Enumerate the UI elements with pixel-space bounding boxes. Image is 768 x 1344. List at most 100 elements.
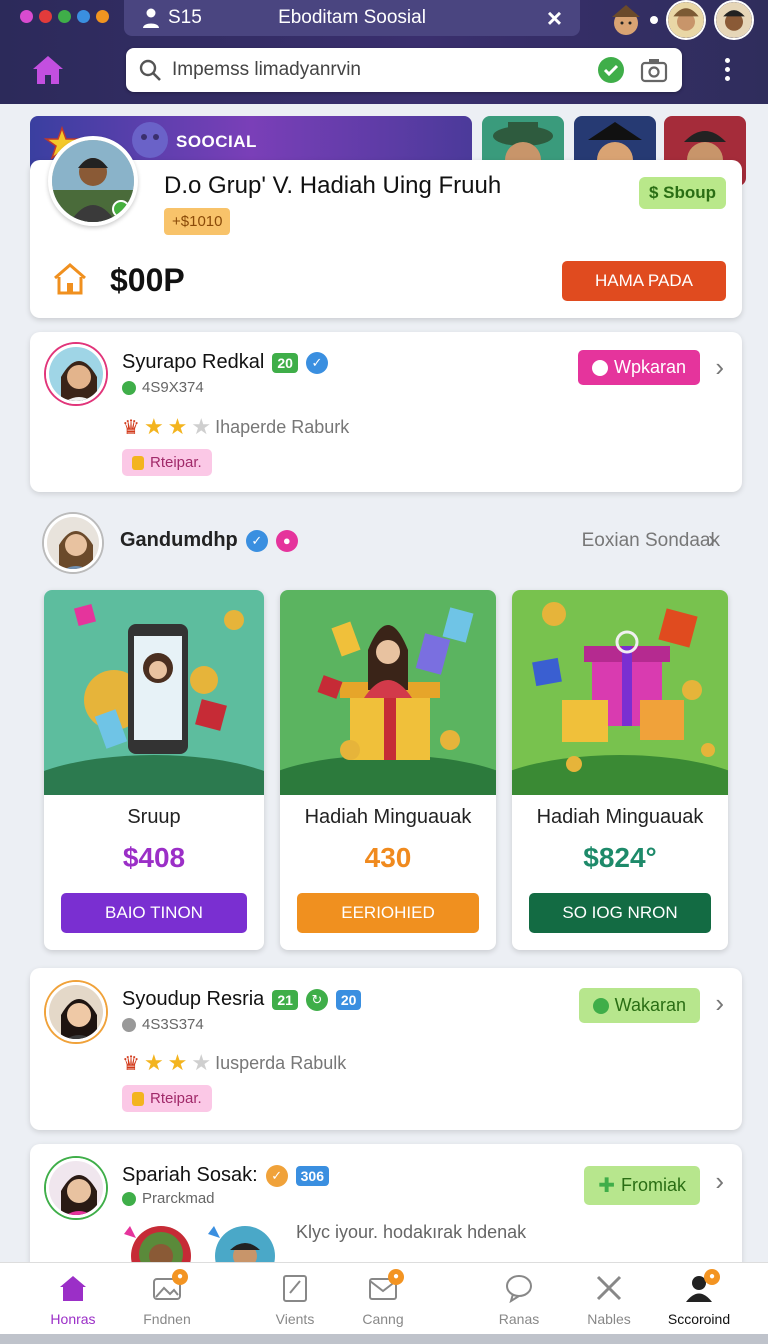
profile-action-button[interactable]: ✚ Fromiak bbox=[584, 1166, 700, 1205]
profile-name-row: Syurapo Redkal 20 ✓ bbox=[122, 351, 328, 374]
camera-icon[interactable] bbox=[640, 56, 668, 84]
profile-card[interactable]: Syoudup Resria 21 ↻ 20 4S3S374 ♛ ★ ★ ★ I… bbox=[30, 968, 742, 1130]
status-pill-label: Rteipar. bbox=[150, 454, 202, 471]
nav-label: Ranas bbox=[498, 1311, 540, 1327]
verified-icon[interactable] bbox=[598, 57, 624, 83]
browser-tab[interactable]: S15 Eboditam Soosial × bbox=[124, 0, 580, 36]
tools-icon bbox=[596, 1275, 622, 1301]
avatar[interactable] bbox=[666, 0, 706, 40]
profile-action-button[interactable]: Wakaran bbox=[578, 988, 700, 1023]
rating-text: Ihaperde Raburk bbox=[215, 416, 350, 437]
check-icon: ✓ bbox=[265, 1164, 288, 1187]
nav-item-chat[interactable]: Ranas bbox=[476, 1263, 562, 1333]
tab-title: Eboditam Soosial bbox=[278, 7, 426, 28]
group-name: Gandumdhp bbox=[120, 529, 238, 551]
amount-chip: +$1010 bbox=[164, 208, 231, 235]
nav-item-mail[interactable]: ● Canng bbox=[340, 1263, 426, 1333]
level-badge: 20 bbox=[272, 352, 298, 373]
avatar[interactable] bbox=[46, 982, 106, 1042]
nav-label: Honras bbox=[50, 1311, 96, 1327]
nav-item-tools[interactable]: Nables bbox=[566, 1263, 652, 1333]
reward-button[interactable]: BAIO TINON bbox=[61, 893, 247, 933]
home-icon bbox=[54, 263, 86, 295]
profile-id: Prarckmad bbox=[142, 1190, 215, 1207]
group-name-row: Gandumdhp ✓ ● bbox=[120, 529, 298, 552]
window-dot[interactable] bbox=[96, 10, 109, 23]
profile-id-row: 4S3S374 bbox=[122, 1016, 204, 1033]
profile-name-row: Spariah Sosak: ✓ 306 bbox=[122, 1164, 329, 1187]
star-icon: ★ bbox=[191, 414, 212, 439]
profile-name: Syurapo Redkal bbox=[122, 351, 265, 373]
profile-name-row: Syoudup Resria 21 ↻ 20 bbox=[122, 988, 362, 1011]
balance-amount: $00P bbox=[110, 262, 185, 298]
home-icon[interactable] bbox=[30, 52, 66, 88]
nav-item-photos[interactable]: ● Fndnen bbox=[124, 1263, 210, 1333]
group-link[interactable]: Eoxian Sondaak bbox=[582, 530, 720, 552]
chevron-right-icon[interactable]: › bbox=[715, 988, 724, 1019]
reward-card[interactable]: Hadiah Minguauak $824° SO IOG NRON bbox=[512, 590, 728, 950]
more-menu-icon[interactable] bbox=[725, 58, 730, 81]
star-icon: ★ bbox=[143, 1050, 164, 1075]
address-bar[interactable] bbox=[126, 48, 682, 92]
search-input[interactable] bbox=[172, 54, 572, 86]
notification-badge: ● bbox=[704, 1269, 720, 1285]
nav-item-events[interactable]: Vients bbox=[252, 1263, 338, 1333]
emoji-icon bbox=[132, 122, 168, 158]
window-dot[interactable] bbox=[58, 10, 71, 23]
profile-id: 4S3S374 bbox=[142, 1016, 204, 1033]
hero-action-button[interactable]: HAMA PADA bbox=[562, 261, 726, 301]
bottom-strip bbox=[0, 1334, 768, 1344]
window-dot[interactable] bbox=[77, 10, 90, 23]
profile-id-row: Prarckmad bbox=[122, 1190, 215, 1207]
rating: ♛ ★ ★ ★ Ihaperde Raburk bbox=[122, 414, 349, 440]
profile-action-button[interactable]: Wpkaran bbox=[577, 350, 700, 385]
live-icon: ● bbox=[275, 529, 298, 552]
profile-caption: Klyc iyour. hodakırak hdenak bbox=[296, 1222, 527, 1242]
reward-button[interactable]: SO IOG NRON bbox=[529, 893, 711, 933]
avatar[interactable] bbox=[46, 344, 106, 404]
chevron-right-icon[interactable]: › bbox=[708, 526, 716, 554]
close-icon[interactable]: × bbox=[547, 3, 562, 34]
star-icon: ★ bbox=[191, 1050, 212, 1075]
status-dot bbox=[650, 16, 658, 24]
note-icon bbox=[283, 1275, 307, 1302]
star-icon: ★ bbox=[167, 414, 188, 439]
status-pill-label: Rteipar. bbox=[150, 1090, 202, 1107]
refresh-icon: ↻ bbox=[305, 988, 328, 1011]
avatar[interactable] bbox=[610, 3, 642, 37]
avatar[interactable] bbox=[48, 136, 138, 226]
reward-image bbox=[44, 590, 264, 795]
profile-card[interactable]: Syurapo Redkal 20 ✓ 4S9X374 ♛ ★ ★ ★ Ihap… bbox=[30, 332, 742, 492]
window-dot[interactable] bbox=[20, 10, 33, 23]
cactus-icon: ✚ bbox=[598, 1175, 615, 1197]
reward-price: $408 bbox=[122, 842, 186, 873]
hero-card: D.o Grup' V. Hadiah Uing Fruuh +$1010 $ … bbox=[30, 136, 742, 318]
home-icon bbox=[60, 1276, 86, 1301]
nav-label: Fndnen bbox=[143, 1311, 191, 1327]
profile-action-label: Wakaran bbox=[614, 995, 686, 1015]
notification-badge: ● bbox=[388, 1269, 404, 1285]
browser-top-bar: S15 Eboditam Soosial × bbox=[0, 0, 768, 104]
profile-action-label: Wpkaran bbox=[613, 357, 686, 377]
rating: ♛ ★ ★ ★ Iusperda Rabulk bbox=[122, 1050, 346, 1076]
coin-icon bbox=[132, 1091, 144, 1106]
avatar[interactable] bbox=[714, 0, 754, 40]
level-badge: 306 bbox=[295, 1165, 329, 1186]
avatar[interactable] bbox=[44, 514, 102, 572]
avatar[interactable] bbox=[46, 1158, 106, 1218]
status-pill[interactable]: Rteipar. bbox=[122, 449, 212, 476]
reward-card[interactable]: Sruup $408 BAIO TINON bbox=[44, 590, 264, 950]
reward-button[interactable]: EERIOHIED bbox=[297, 893, 479, 933]
status-pill[interactable]: Rteipar. bbox=[122, 1085, 212, 1112]
reward-name: Sruup bbox=[127, 806, 181, 828]
reward-image bbox=[280, 590, 496, 795]
search-icon bbox=[139, 59, 161, 81]
nav-item-profile[interactable]: ● Sccoroind bbox=[656, 1263, 742, 1333]
reward-card[interactable]: Hadiah Minguauak 430 EERIOHIED bbox=[280, 590, 496, 950]
chevron-right-icon[interactable]: › bbox=[715, 1166, 724, 1197]
window-dot[interactable] bbox=[39, 10, 52, 23]
profile-id-row: 4S9X374 bbox=[122, 379, 204, 396]
hero-tag[interactable]: $ Sboup bbox=[638, 177, 726, 209]
chevron-right-icon[interactable]: › bbox=[715, 352, 724, 383]
nav-item-home[interactable]: Honras bbox=[30, 1263, 116, 1333]
